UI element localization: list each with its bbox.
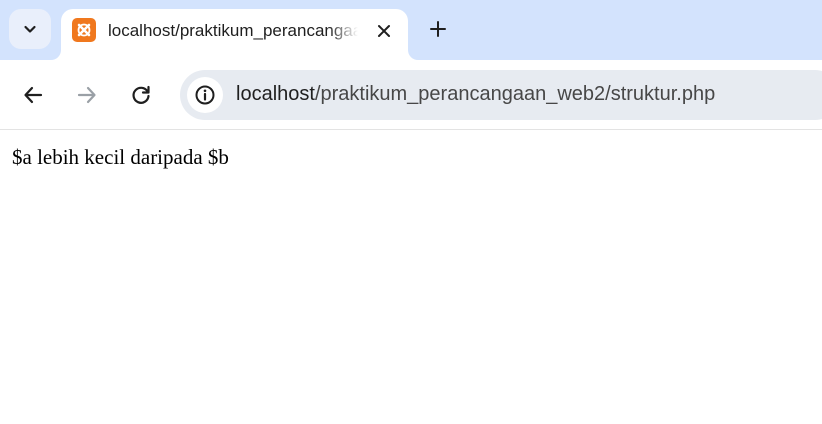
arrow-left-icon [24, 86, 43, 104]
plus-icon [430, 21, 446, 37]
active-tab[interactable]: localhost/praktikum_perancangaan_web2/st… [61, 9, 408, 60]
new-tab-button[interactable] [424, 15, 452, 43]
url-path: /praktikum_perancangaan_web2/struktur.ph… [314, 83, 716, 105]
tab-close-button[interactable] [371, 18, 397, 44]
url-host: localhost [236, 83, 315, 105]
info-icon [195, 85, 215, 105]
address-bar[interactable]: localhost/praktikum_perancangaan_web2/st… [180, 70, 822, 120]
browser-toolbar: localhost/praktikum_perancangaan_web2/st… [0, 60, 822, 129]
site-info-button[interactable] [187, 77, 223, 113]
forward-button[interactable] [73, 81, 101, 109]
arrow-right-icon [77, 86, 96, 104]
close-icon [378, 25, 390, 37]
chevron-down-icon [24, 25, 36, 33]
back-button[interactable] [19, 81, 47, 109]
reload-button[interactable] [127, 81, 155, 109]
tab-strip: localhost/praktikum_perancangaan_web2/st… [0, 0, 822, 60]
tab-search-button[interactable] [9, 9, 51, 49]
reload-icon [132, 85, 150, 104]
page-output-text: $a lebih kecil daripada $b [12, 145, 229, 169]
tab-title: localhost/praktikum_perancangaan_web2/st… [108, 21, 358, 40]
toolbar-divider [0, 129, 822, 130]
xampp-favicon-icon [72, 18, 96, 42]
url-text[interactable]: localhost/praktikum_perancangaan_web2/st… [236, 83, 715, 106]
